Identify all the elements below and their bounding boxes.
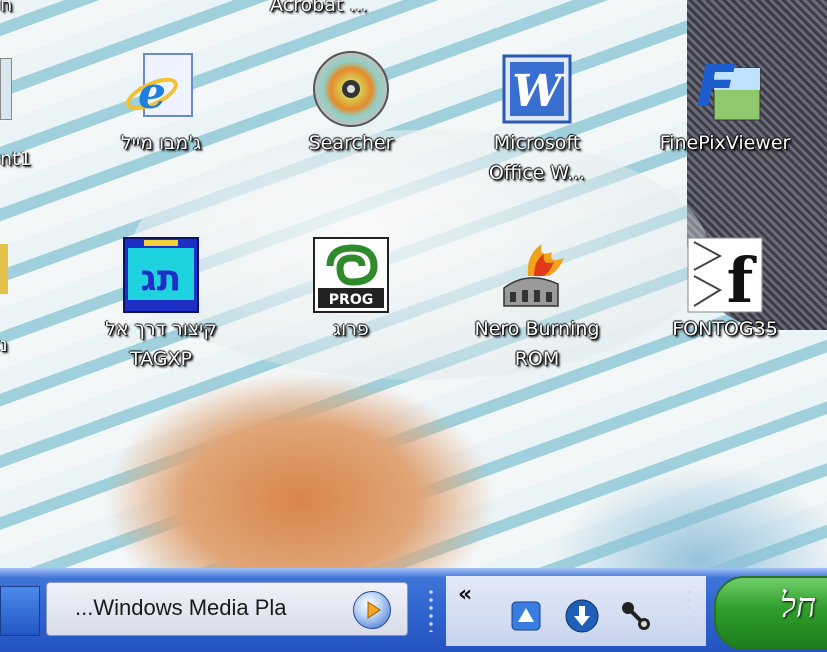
desktop-icon-fontog[interactable]: f FONTOG35 — [650, 236, 800, 344]
connection-icon[interactable] — [618, 598, 654, 634]
svg-text:f: f — [727, 244, 757, 314]
word-icon: W — [498, 50, 576, 128]
partial-icon[interactable] — [0, 58, 12, 120]
cd-disc-icon — [312, 50, 390, 128]
prog-icon: PROG — [312, 236, 390, 314]
nero-icon — [498, 236, 576, 314]
desktop-icon-nero[interactable]: Nero Burning ROM — [462, 236, 612, 374]
desktop-icon-prog[interactable]: PROG פרוג — [276, 236, 426, 344]
tray-grip[interactable] — [686, 588, 692, 632]
desktop-icon-searcher[interactable]: Searcher — [276, 50, 426, 158]
notification-area: « — [446, 576, 706, 646]
fontog-icon: f — [686, 236, 764, 317]
start-button[interactable]: חל — [714, 576, 827, 650]
partial-icon-label-2[interactable]: נ — [0, 334, 8, 356]
desktop-icon-finepix[interactable]: F FinePixViewer — [650, 50, 800, 158]
fontog-icon-label: FONTOG35 — [672, 318, 778, 340]
acrobat-icon-label[interactable]: Acrobat ... — [270, 0, 367, 16]
svg-text:PROG: PROG — [329, 292, 373, 308]
media-task-label: ...Windows Media Pla — [75, 595, 287, 620]
taskbar-grip[interactable] — [428, 588, 434, 632]
network-sync-icon[interactable] — [508, 598, 544, 634]
show-hidden-icons-chevron[interactable]: « — [458, 582, 472, 607]
start-label: חל — [780, 588, 817, 625]
partial-icon-label[interactable]: nt1 — [0, 148, 32, 170]
desktop-icon-tag[interactable]: תג קיצור דרך אל TAGXP — [86, 236, 236, 374]
windows-media-player-task-button[interactable]: ...Windows Media Pla — [46, 582, 408, 636]
desktop-icon-ie[interactable]: e ג'מבו מייל — [86, 50, 236, 158]
partial-icon-label-top[interactable]: ח — [0, 0, 12, 16]
nero-icon-label: Nero Burning ROM — [474, 318, 600, 370]
prog-icon-label: פרוג — [333, 318, 369, 340]
searcher-icon-label: Searcher — [308, 132, 394, 154]
media-player-icon — [353, 591, 391, 629]
finepix-icon: F — [686, 50, 764, 128]
download-icon[interactable] — [564, 598, 600, 634]
partial-folder-icon[interactable] — [0, 244, 8, 294]
svg-text:W: W — [512, 66, 566, 117]
internet-explorer-icon: e — [122, 50, 200, 128]
desktop: Acrobat ... ח nt1 נ e ג'מבו מייל Searche… — [0, 0, 827, 568]
quick-launch-icon[interactable] — [0, 586, 40, 636]
desktop-icon-word[interactable]: W Microsoft Office W... — [462, 50, 612, 188]
svg-text:תג: תג — [141, 258, 182, 299]
taskbar: ...Windows Media Pla « חל — [0, 568, 827, 652]
ie-icon-label: ג'מבו מייל — [120, 132, 202, 154]
tag-icon-label: קיצור דרך אל TAGXP — [105, 318, 217, 370]
svg-text:e: e — [138, 68, 166, 119]
finepix-icon-label: FinePixViewer — [659, 132, 791, 154]
tag-icon: תג — [122, 236, 200, 314]
svg-text:F: F — [696, 52, 736, 120]
word-icon-label: Microsoft Office W... — [488, 132, 586, 184]
